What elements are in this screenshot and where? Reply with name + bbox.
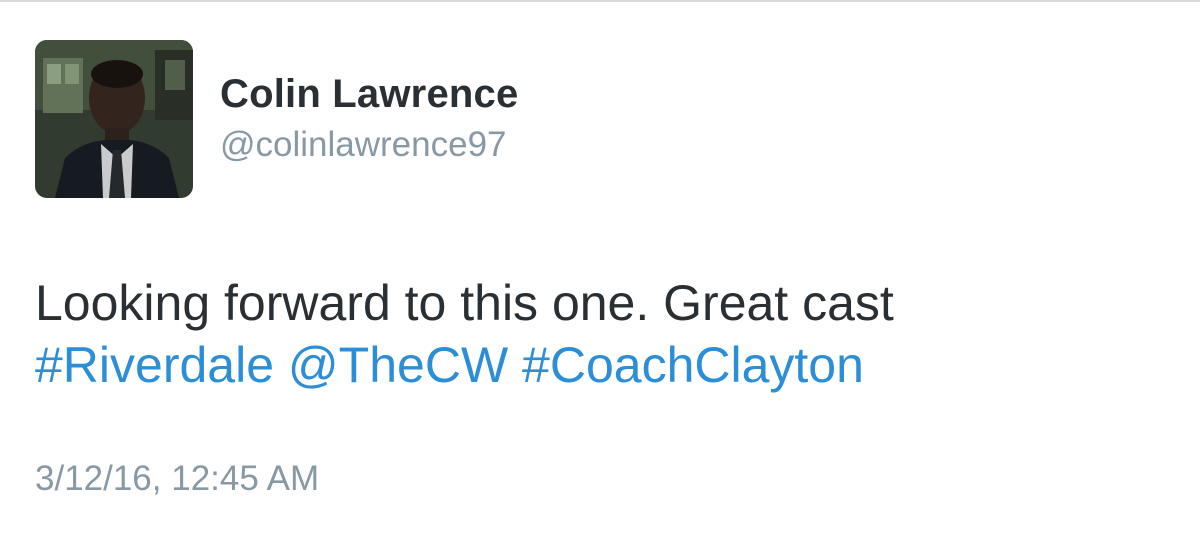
author-display-name[interactable]: Colin Lawrence <box>220 70 518 118</box>
avatar[interactable] <box>35 40 193 198</box>
tweet-timestamp: 3/12/16, 12:45 AM <box>35 459 320 498</box>
tweet-card: Colin Lawrence @colinlawrence97 Looking … <box>0 0 1200 543</box>
profile-photo-icon <box>35 40 193 198</box>
hashtag-link-riverdale[interactable]: #Riverdale <box>35 337 274 393</box>
tweet-text-line: Looking forward to this one. Great cast <box>35 275 894 331</box>
tweet-links-line: #Riverdale @TheCW #CoachClayton <box>35 334 1175 396</box>
tweet-text: Looking forward to this one. Great cast … <box>35 272 1175 396</box>
author-handle[interactable]: @colinlawrence97 <box>220 123 507 167</box>
hashtag-link-coachclayton[interactable]: #CoachClayton <box>522 337 864 393</box>
mention-link-thecw[interactable]: @TheCW <box>288 337 508 393</box>
